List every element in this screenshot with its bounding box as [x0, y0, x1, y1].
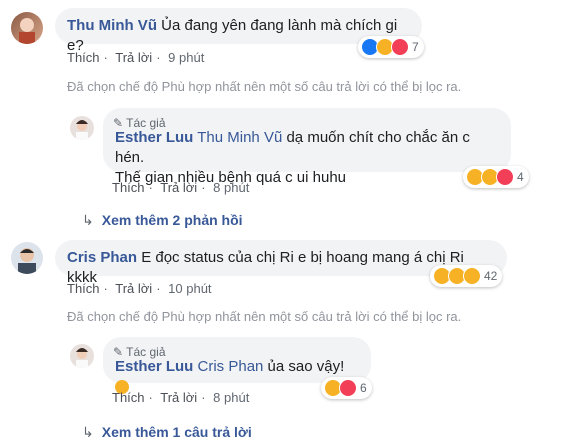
reply-actions: Thích · Trả lời · 8 phút — [112, 180, 250, 195]
reaction-count: 7 — [412, 40, 419, 54]
love-icon — [391, 38, 409, 56]
like-link[interactable]: Thích — [67, 281, 100, 296]
love-icon — [339, 379, 357, 397]
reply-actions: Thích · Trả lời · 8 phút — [112, 390, 250, 405]
mention-link[interactable]: Cris Phan — [198, 358, 264, 375]
reaction-count: 6 — [360, 381, 367, 395]
timestamp[interactable]: 10 phút — [168, 281, 211, 296]
timestamp[interactable]: 8 phút — [213, 390, 249, 405]
love-icon — [496, 168, 514, 186]
pencil-icon: ✎ — [113, 345, 127, 359]
avatar[interactable] — [70, 344, 94, 368]
like-link[interactable]: Thích — [67, 50, 100, 65]
avatar[interactable] — [11, 242, 43, 274]
view-more-replies-link[interactable]: ↳ Xem thêm 1 câu trả lời — [82, 424, 252, 441]
mention-link[interactable]: Thu Minh Vũ — [197, 129, 282, 146]
author-badge: ✎ Tác giả — [113, 116, 166, 130]
pencil-icon: ✎ — [113, 116, 127, 130]
reply-link[interactable]: Trả lời — [160, 390, 197, 405]
profile-photo-icon — [76, 120, 88, 140]
avatar[interactable] — [70, 116, 94, 140]
reaction-summary[interactable]: 4 — [463, 166, 529, 188]
reaction-summary[interactable]: 42 — [430, 265, 503, 287]
sad-icon — [463, 267, 481, 285]
reply-text: ủa sao vậy! — [267, 358, 345, 375]
reply-bubble: ✎ Tác giả Esther Luu Thu Minh Vũ dạ muốn… — [103, 108, 511, 186]
comment-author[interactable]: Cris Phan — [67, 249, 137, 266]
like-link[interactable]: Thích — [112, 180, 145, 195]
reply-arrow-icon: ↳ — [82, 212, 94, 228]
comment-author[interactable]: Thu Minh Vũ — [67, 17, 157, 34]
filter-note: Đã chọn chế độ Phù hợp nhất nên một số c… — [67, 79, 462, 94]
reaction-count: 42 — [484, 269, 498, 283]
reaction-count: 4 — [517, 170, 524, 184]
view-more-replies-link[interactable]: ↳ Xem thêm 2 phản hồi — [82, 212, 243, 229]
author-badge: ✎ Tác giả — [113, 345, 166, 359]
timestamp[interactable]: 9 phút — [168, 50, 204, 65]
profile-photo-icon — [76, 348, 88, 368]
reply-link[interactable]: Trả lời — [115, 50, 152, 65]
timestamp[interactable]: 8 phút — [213, 180, 249, 195]
reaction-summary[interactable]: 7 — [358, 36, 424, 58]
reply-link[interactable]: Trả lời — [160, 180, 197, 195]
like-link[interactable]: Thích — [112, 390, 145, 405]
reply-link[interactable]: Trả lời — [115, 281, 152, 296]
filter-note: Đã chọn chế độ Phù hợp nhất nên một số c… — [67, 309, 462, 324]
profile-photo-icon — [19, 18, 35, 44]
reaction-summary[interactable]: 6 — [321, 377, 372, 399]
avatar[interactable] — [11, 12, 43, 44]
comment-actions: Thích · Trả lời · 10 phút — [67, 281, 212, 296]
reply-arrow-icon: ↳ — [82, 424, 94, 440]
comment-actions: Thích · Trả lời · 9 phút — [67, 50, 205, 65]
profile-photo-icon — [18, 248, 36, 274]
